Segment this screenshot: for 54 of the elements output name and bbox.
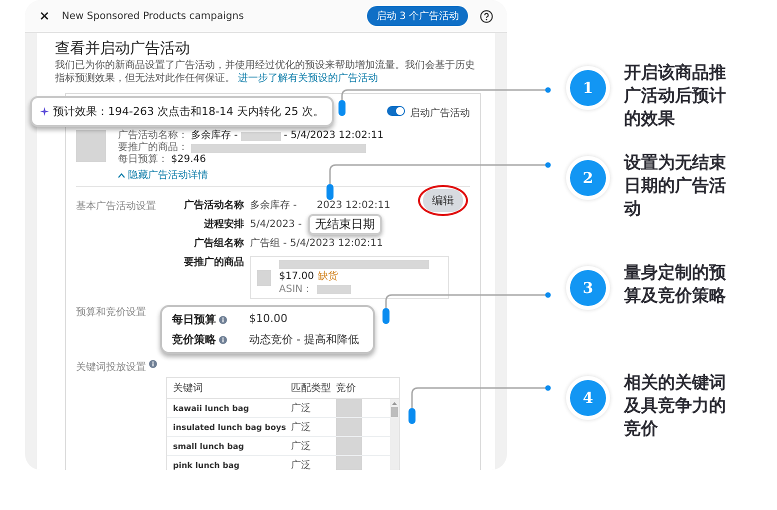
table-cell-text: kawaii lunch bag <box>173 404 250 412</box>
close-button[interactable]: × <box>39 8 50 24</box>
field-label: 广告活动名称： <box>118 130 188 142</box>
field-label: 进程安排 <box>202 218 244 231</box>
annotation-text: 设置为无结束日期的广告活动 <box>624 152 727 221</box>
field-label: 要推广的商品： <box>118 142 188 154</box>
column-header: 匹配类型 <box>291 382 332 395</box>
field-value: 多余库存 - <box>250 199 297 212</box>
stock-status: 缺货 <box>318 271 338 282</box>
table-cell-text: 广泛 <box>291 402 312 415</box>
annotation-text: 相关的关键词及具竞争力的竞价 <box>624 372 727 441</box>
hide-details-link[interactable]: 隐藏广告活动详情 <box>118 168 470 182</box>
learn-more-link[interactable]: 进一步了解有关预设的广告活动 <box>238 73 378 84</box>
field-value: - 5/4/2023 12:02:11 <box>284 130 384 142</box>
step-number: 4 <box>570 380 606 416</box>
field-label: 每日预算： <box>118 154 168 166</box>
table-cell-text: insulated lunch bag boys <box>173 422 287 432</box>
edit-button[interactable]: 编辑 <box>423 189 463 212</box>
field-label: 要推广的商品 <box>183 256 244 270</box>
table-cell-text: 广泛 <box>291 458 312 470</box>
field-label: 广告组名称 <box>193 237 244 250</box>
end-date-callout: 无结束日期 <box>308 214 382 235</box>
annotation-text: 开启该商品推广活动后预计的效果 <box>624 62 727 131</box>
table-cell-text: 广泛 <box>291 420 312 434</box>
page-title: 查看并启动广告活动 <box>55 39 191 58</box>
table-cell-text: pink lunch bag <box>173 460 240 470</box>
field-label: 每日预算 <box>172 312 216 327</box>
field-label: 竞价策略 <box>172 332 216 347</box>
field-value: 多余库存 - <box>191 130 238 142</box>
section-label: 基本广告活动设置 <box>76 200 157 214</box>
field-value: 2023 12:02:11 <box>316 199 390 212</box>
step-number: 1 <box>570 70 606 106</box>
table-cell-text: small lunch bag <box>173 442 245 450</box>
field-value: $29.46 <box>171 154 206 166</box>
field-label: 广告活动名称 <box>183 199 244 212</box>
toggle-label: 启动广告活动 <box>410 106 470 120</box>
window-title: New Sponsored Products campaigns <box>62 10 245 22</box>
column-header: 关键词 <box>173 382 204 395</box>
step-number: 3 <box>570 270 606 306</box>
estimate-text: 预计效果：194-263 次点击和18-14 天内转化 25 次。 <box>53 104 324 119</box>
product-price: $17.00 <box>279 271 314 282</box>
step-number: 2 <box>570 160 606 196</box>
table-cell-text: 广泛 <box>291 440 312 453</box>
annotation-text: 量身定制的预算及竞价策略 <box>624 262 727 308</box>
field-value: 5/4/2023 - <box>250 218 302 231</box>
description-text: 我们已为你的新商品设置了广告活动，并使用经过优化的预设来帮助增加流量。我们会基于历史指标预测效果，但无法对此作任何保证。 进一步了解有关预设的广告活动 <box>55 59 476 85</box>
launch-button[interactable]: 启动 3 个广告活动 <box>367 6 468 26</box>
section-label: 预算和竞价设置 <box>76 306 147 320</box>
asin-label: ASIN： <box>279 284 313 295</box>
field-value: 广告组 - 5/4/2023 12:02:11 <box>250 237 383 250</box>
field-value: 动态竞价 - 提高和降低 <box>249 332 359 347</box>
column-header: 竞价 <box>336 382 357 395</box>
field-value: $10.00 <box>249 312 288 327</box>
section-label: 关键词投放设置 <box>76 360 146 374</box>
